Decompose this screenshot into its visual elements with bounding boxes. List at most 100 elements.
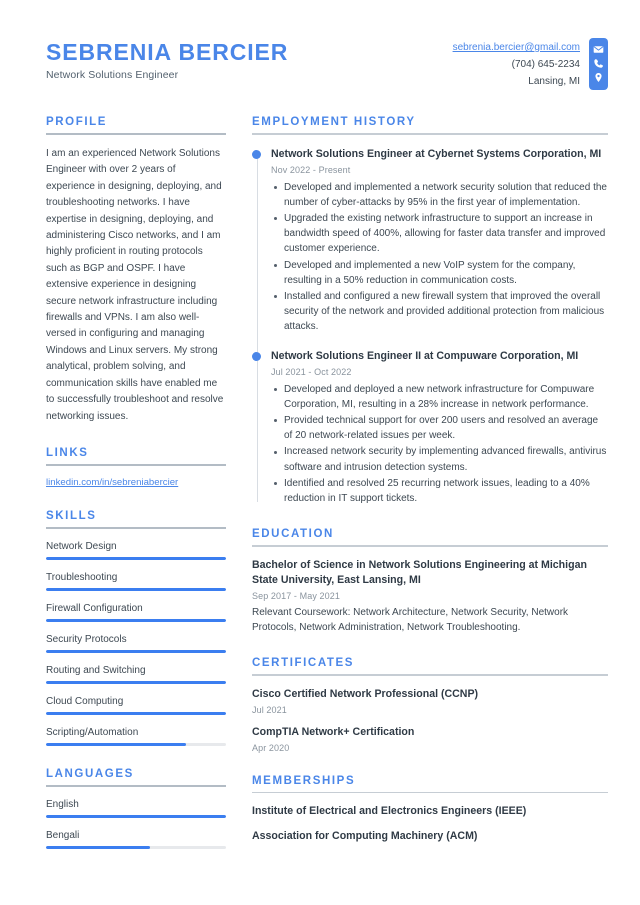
skill-label: Security Protocols xyxy=(46,633,127,645)
skill-meter-fill xyxy=(46,587,226,591)
section-title-profile: Profile xyxy=(46,116,108,128)
main-column: Employment History Network Solutions Eng… xyxy=(252,116,608,866)
language-meter xyxy=(46,814,226,818)
education-entry: Bachelor of Science in Network Solutions… xyxy=(252,558,608,635)
language-label: Bengali xyxy=(46,829,80,841)
list-item: Provided technical support for over 200 … xyxy=(271,413,608,443)
skill-meter xyxy=(46,587,226,591)
identity-block: SEBRENIA BERCIER Network Solutions Engin… xyxy=(46,38,288,81)
contact-email-row: sebrenia.bercier@gmail.com xyxy=(453,39,580,56)
section-divider xyxy=(252,545,608,547)
section-links: Links linkedin.com/in/sebreniabercier xyxy=(46,447,226,488)
contact-location: Lansing, MI xyxy=(528,76,580,87)
section-employment-history: Employment History Network Solutions Eng… xyxy=(252,116,608,506)
list-item: Bengali xyxy=(46,830,226,849)
skill-label: Cloud Computing xyxy=(46,695,124,707)
map-pin-icon xyxy=(593,72,604,83)
skill-label: Routing and Switching xyxy=(46,664,146,676)
list-item: Developed and deployed a new network inf… xyxy=(271,382,608,412)
skill-meter xyxy=(46,556,226,560)
skill-label: Firewall Configuration xyxy=(46,602,143,614)
list-item: English xyxy=(46,799,226,818)
membership-entry: Association for Computing Machinery (ACM… xyxy=(252,829,608,844)
section-divider xyxy=(46,463,226,466)
section-title-certificates: Certificates xyxy=(252,657,355,670)
contact-email-link[interactable]: sebrenia.bercier@gmail.com xyxy=(453,42,580,53)
list-item: Firewall Configuration xyxy=(46,603,226,622)
list-item: Increased network security by implementi… xyxy=(271,444,608,474)
candidate-name: SEBRENIA BERCIER xyxy=(46,39,289,65)
skill-meter xyxy=(46,742,226,746)
list-item: Network Design xyxy=(46,541,226,560)
list-item: Identified and resolved 25 recurring net… xyxy=(271,476,608,506)
envelope-icon xyxy=(593,44,604,55)
section-divider xyxy=(252,791,608,794)
section-divider xyxy=(252,674,608,676)
section-certificates: Certificates Cisco Certified Network Pro… xyxy=(252,657,608,753)
section-skills: Skills Network Design Troubleshooting Fi… xyxy=(46,510,226,746)
employment-timeline: Network Solutions Engineer at Cybernet S… xyxy=(252,147,608,507)
resume-page: SEBRENIA BERCIER Network Solutions Engin… xyxy=(0,0,640,905)
skill-label: Troubleshooting xyxy=(46,571,118,583)
degree-date: Sep 2017 - May 2021 xyxy=(252,590,340,601)
profile-text: I am an experienced Network Solutions En… xyxy=(46,148,224,422)
skill-meter-fill xyxy=(46,742,187,746)
skill-meter-fill xyxy=(46,618,226,622)
linkedin-link[interactable]: linkedin.com/in/sebreniabercier xyxy=(46,477,178,488)
language-meter-fill xyxy=(46,814,226,818)
skill-meter xyxy=(46,618,226,622)
list-item: linkedin.com/in/sebreniabercier xyxy=(46,477,226,488)
sidebar-column: Profile I am an experienced Network Solu… xyxy=(46,116,226,871)
section-divider xyxy=(46,133,226,135)
section-title-skills: Skills xyxy=(46,509,97,522)
certificate-title: CompTIA Network+ Certification xyxy=(252,725,415,738)
job-title: Network Solutions Engineer at Cybernet S… xyxy=(271,147,602,160)
section-divider xyxy=(252,133,608,135)
list-item: Installed and configured a new firewall … xyxy=(271,289,608,335)
list-item: Cloud Computing xyxy=(46,696,226,715)
section-memberships: Memberships Institute of Electrical and … xyxy=(252,775,608,845)
membership-title: Institute of Electrical and Electronics … xyxy=(252,805,527,818)
skill-label: Network Design xyxy=(46,540,117,552)
certificate-entry: CompTIA Network+ Certification Apr 2020 xyxy=(252,725,608,753)
section-divider xyxy=(46,526,226,529)
list-item: Developed and implemented a network secu… xyxy=(271,180,608,210)
job-date: Jul 2021 - Oct 2022 xyxy=(271,366,352,377)
section-title-memberships: Memberships xyxy=(252,774,356,787)
membership-entry: Institute of Electrical and Electronics … xyxy=(252,804,608,819)
skill-meter-fill xyxy=(46,649,226,653)
resume-header: SEBRENIA BERCIER Network Solutions Engin… xyxy=(0,0,640,90)
timeline-dot-icon xyxy=(252,351,261,361)
job-bullets: Developed and implemented a network secu… xyxy=(271,180,608,335)
list-item: Upgraded the existing network infrastruc… xyxy=(271,211,608,257)
skill-meter xyxy=(46,649,226,653)
phone-icon xyxy=(593,58,604,69)
candidate-job-title: Network Solutions Engineer xyxy=(46,69,179,82)
section-title-education: Education xyxy=(252,528,334,541)
section-education: Education Bachelor of Science in Network… xyxy=(252,528,608,635)
language-meter-fill xyxy=(46,845,151,849)
certificate-entry: Cisco Certified Network Professional (CC… xyxy=(252,687,608,715)
degree-title: Bachelor of Science in Network Solutions… xyxy=(252,558,587,586)
skill-meter xyxy=(46,680,226,684)
certificate-date: Apr 2020 xyxy=(252,742,290,753)
skill-meter-fill xyxy=(46,680,226,684)
skill-meter xyxy=(46,711,226,715)
skill-meter-fill xyxy=(46,711,226,715)
resume-body: Profile I am an experienced Network Solu… xyxy=(0,90,640,871)
section-profile: Profile I am an experienced Network Solu… xyxy=(46,116,226,425)
degree-description: Relevant Coursework: Network Architectur… xyxy=(252,606,569,634)
skill-label: Scripting/Automation xyxy=(46,726,139,738)
job-date: Nov 2022 - Present xyxy=(271,164,351,175)
language-label: English xyxy=(46,798,79,810)
contact-details: sebrenia.bercier@gmail.com (704) 645-223… xyxy=(453,38,580,90)
job-title: Network Solutions Engineer II at Compuwa… xyxy=(271,349,579,362)
employment-entry: Network Solutions Engineer at Cybernet S… xyxy=(252,147,608,335)
language-meter xyxy=(46,845,226,849)
section-title-languages: Languages xyxy=(46,767,134,780)
section-divider xyxy=(46,784,226,787)
section-languages: Languages English Bengali xyxy=(46,768,226,849)
contact-block: sebrenia.bercier@gmail.com (704) 645-223… xyxy=(453,38,608,90)
contact-icon-rail xyxy=(589,38,608,90)
list-item: Troubleshooting xyxy=(46,572,226,591)
